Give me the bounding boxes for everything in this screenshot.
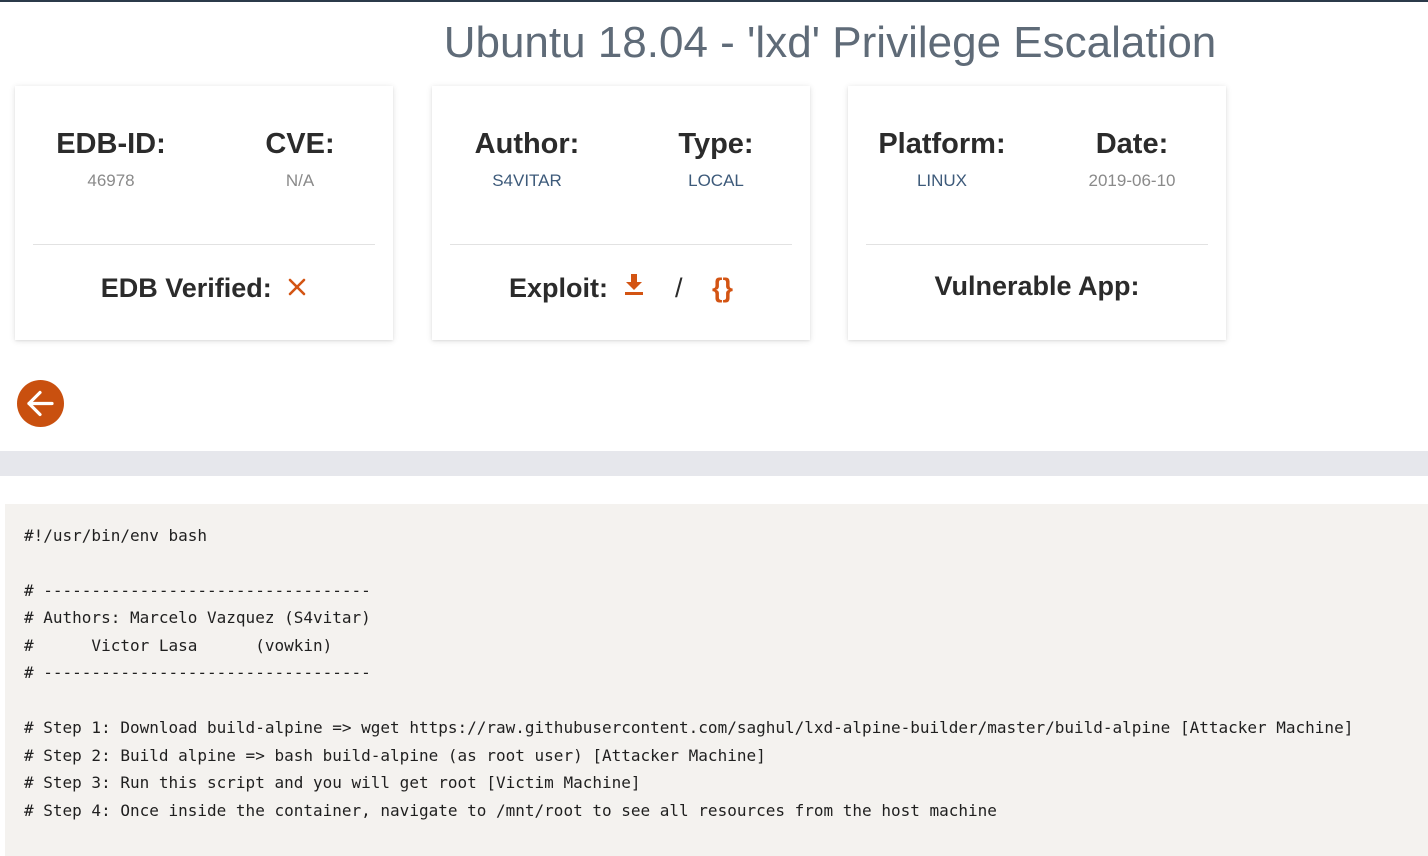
- download-icon[interactable]: [623, 269, 645, 305]
- back-button[interactable]: [17, 380, 64, 427]
- edb-id-value: 46978: [87, 171, 135, 190]
- author-link[interactable]: S4VITAR: [437, 170, 617, 192]
- card-divider: [450, 244, 792, 245]
- info-card-platform: Platform: LINUX Date: 2019-06-10 Vulnera…: [848, 86, 1226, 340]
- date-block: Date: 2019-06-10: [1042, 126, 1222, 192]
- date-value: 2019-06-10: [1088, 171, 1176, 190]
- code-line: # Step 1: Download build-alpine => wget …: [24, 718, 1354, 737]
- code-line: # Victor Lasa (vowkin): [24, 636, 333, 655]
- view-code-icon[interactable]: {}: [712, 273, 733, 303]
- cve-value: N/A: [285, 171, 315, 190]
- exploit-label: Exploit:: [508, 273, 608, 303]
- code-line: # ----------------------------------: [24, 581, 371, 600]
- info-card-id: EDB-ID: 46978 CVE: N/A EDB Verified:: [15, 86, 393, 340]
- card-divider: [33, 244, 375, 245]
- exploit-row: Exploit: / {}: [432, 270, 810, 306]
- code-line: # Step 2: Build alpine => bash build-alp…: [24, 746, 766, 765]
- code-line: # Step 4: Once inside the container, nav…: [24, 801, 997, 820]
- section-separator: [0, 451, 1428, 476]
- type-label: Type:: [678, 128, 754, 160]
- edb-id-label: EDB-ID:: [56, 128, 166, 160]
- edb-verified-label: EDB Verified:: [100, 273, 272, 303]
- code-line: #!/usr/bin/env bash: [24, 526, 208, 545]
- platform-label: Platform:: [878, 128, 1006, 160]
- code-line: # ----------------------------------: [24, 663, 371, 682]
- arrow-left-icon: [27, 390, 54, 417]
- code-line: # Step 3: Run this script and you will g…: [24, 773, 641, 792]
- cve-block: CVE: N/A: [210, 126, 390, 192]
- top-border: [0, 0, 1428, 2]
- platform-block: Platform: LINUX: [852, 126, 1032, 192]
- vulnerable-app-label: Vulnerable App:: [934, 271, 1140, 301]
- exploit-separator: /: [674, 273, 683, 303]
- platform-link[interactable]: LINUX: [852, 170, 1032, 192]
- cve-label: CVE:: [265, 128, 335, 160]
- info-card-author: Author: S4VITAR Type: LOCAL Exploit: / {…: [432, 86, 810, 340]
- type-block: Type: LOCAL: [626, 126, 806, 192]
- exploit-code-block: #!/usr/bin/env bash # ------------------…: [5, 504, 1428, 856]
- edb-verified: EDB Verified:: [15, 270, 393, 306]
- x-icon: [287, 270, 307, 306]
- type-link[interactable]: LOCAL: [626, 170, 806, 192]
- card-divider: [866, 244, 1208, 245]
- page-title: Ubuntu 18.04 - 'lxd' Privilege Escalatio…: [443, 18, 1217, 67]
- date-label: Date:: [1095, 128, 1169, 160]
- author-block: Author: S4VITAR: [437, 126, 617, 192]
- author-label: Author:: [474, 128, 580, 160]
- code-line: # Authors: Marcelo Vazquez (S4vitar): [24, 608, 371, 627]
- edb-id-block: EDB-ID: 46978: [21, 126, 201, 192]
